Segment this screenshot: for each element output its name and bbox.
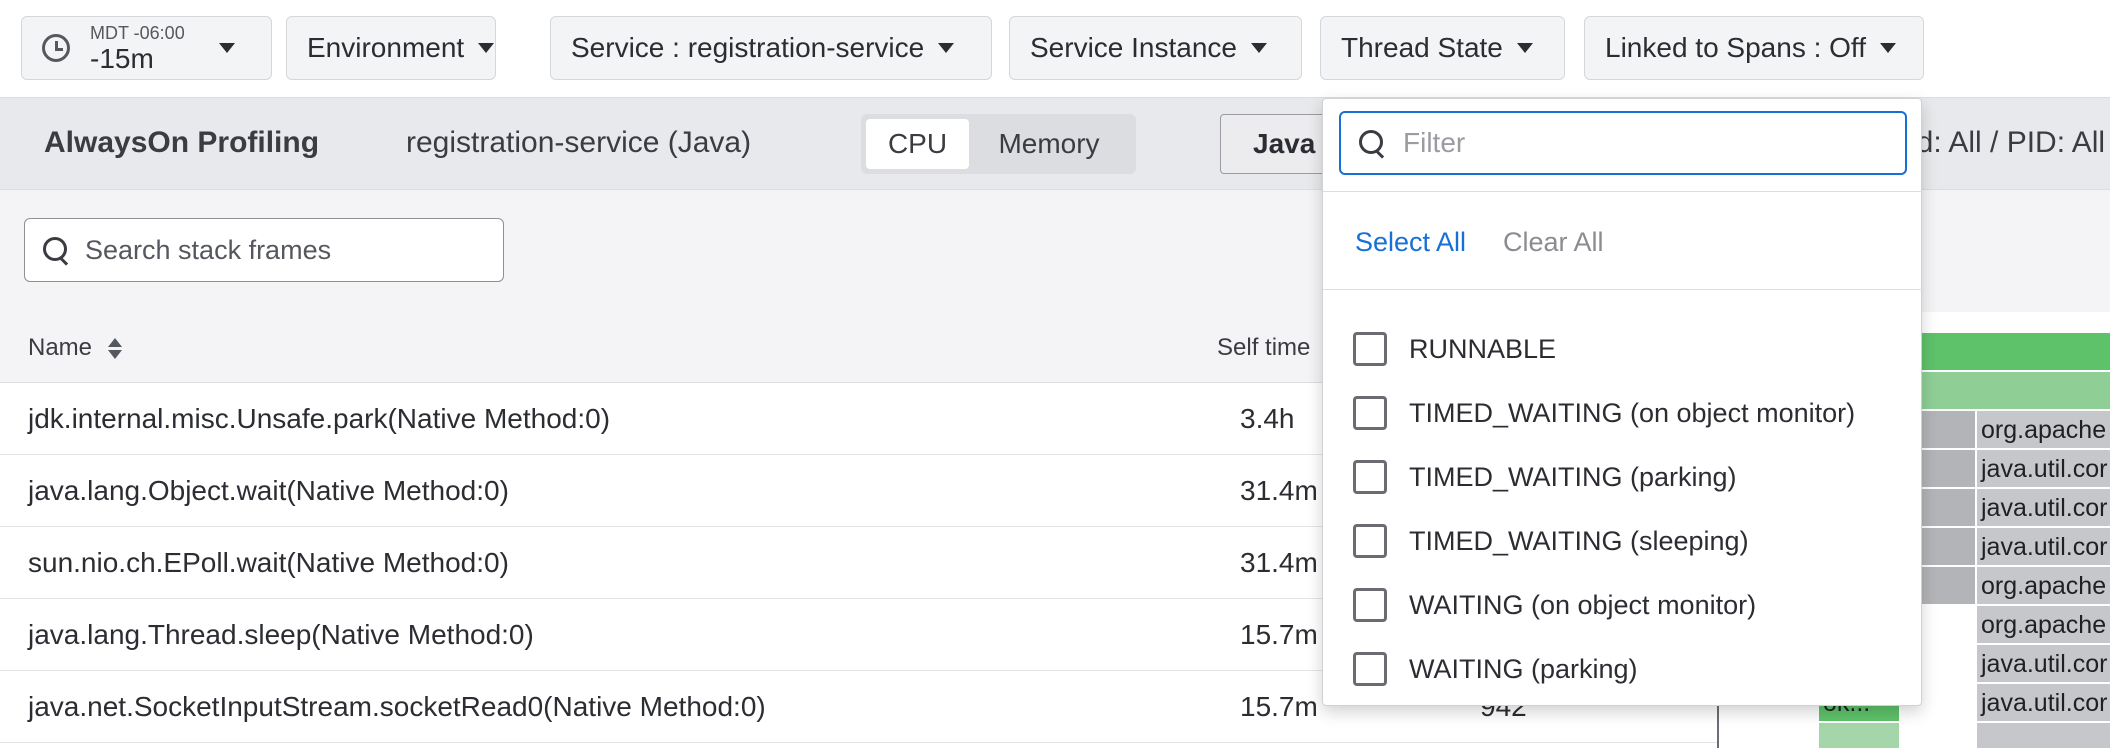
flame-block[interactable]: java.util.cor: [1977, 489, 2110, 526]
clear-all-link[interactable]: Clear All: [1503, 227, 1604, 258]
thread-state-option-waiting-parking[interactable]: WAITING (parking): [1353, 637, 1855, 701]
linked-to-spans-filter[interactable]: Linked to Spans : Off: [1584, 16, 1924, 80]
thread-state-filter-field[interactable]: [1339, 111, 1907, 175]
self-time: 31.4m: [1240, 475, 1318, 506]
divider: [1323, 191, 1923, 192]
linked-to-spans-filter-label: Linked to Spans : Off: [1605, 32, 1866, 63]
flame-block[interactable]: java.util.cor: [1977, 450, 2110, 487]
option-label: TIMED_WAITING (sleeping): [1409, 525, 1749, 556]
thread-state-options: RUNNABLE TIMED_WAITING (on object monito…: [1353, 317, 1855, 701]
service-filter-label: Service : registration-service: [571, 32, 925, 63]
frame-name: java.net.SocketInputStream.socketRead0(N…: [28, 691, 766, 722]
environment-filter[interactable]: Environment: [286, 16, 496, 80]
checkbox[interactable]: [1353, 332, 1387, 366]
filter-bar: MDT -06:00 -15m Environment Service : re…: [0, 0, 2110, 98]
tab-memory[interactable]: Memory: [969, 119, 1129, 169]
search-stack-frames-input[interactable]: Search stack frames: [24, 218, 504, 282]
frame-name: java.lang.Object.wait(Native Method:0): [28, 475, 509, 506]
flame-block[interactable]: [1819, 723, 1899, 748]
option-label: TIMED_WAITING (on object monitor): [1409, 397, 1856, 428]
flame-block[interactable]: org.apache: [1977, 606, 2110, 643]
clock-icon: [42, 34, 70, 62]
thread-state-option-waiting-monitor[interactable]: WAITING (on object monitor): [1353, 573, 1855, 637]
search-placeholder: Search stack frames: [85, 234, 332, 265]
service-filter[interactable]: Service : registration-service: [550, 16, 992, 80]
page-title: AlwaysOn Profiling: [44, 126, 320, 159]
thread-state-option-timed-waiting-sleeping[interactable]: TIMED_WAITING (sleeping): [1353, 509, 1855, 573]
chevron-down-icon: [1516, 43, 1533, 53]
thread-state-filter-label: Thread State: [1341, 32, 1503, 63]
flame-block[interactable]: [1977, 723, 2110, 748]
service-name-label: registration-service (Java): [406, 126, 752, 159]
self-time: 15.7m: [1240, 619, 1318, 650]
time-range-value: -15m: [90, 42, 154, 74]
thread-state-dropdown: Select All Clear All RUNNABLE TIMED_WAIT…: [1322, 98, 1923, 706]
time-range-text: MDT -06:00 -15m: [90, 24, 185, 73]
option-label: TIMED_WAITING (parking): [1409, 461, 1737, 492]
self-time: 31.4m: [1240, 547, 1318, 578]
checkbox[interactable]: [1353, 396, 1387, 430]
flame-block[interactable]: org.apache: [1977, 567, 2110, 604]
chevron-down-icon: [218, 43, 235, 53]
checkbox[interactable]: [1353, 524, 1387, 558]
frame-name: java.lang.Thread.sleep(Native Method:0): [28, 619, 534, 650]
option-label: WAITING (parking): [1409, 653, 1638, 684]
checkbox[interactable]: [1353, 588, 1387, 622]
chevron-down-icon: [938, 43, 955, 53]
checkbox[interactable]: [1353, 652, 1387, 686]
thread-state-option-timed-waiting-monitor[interactable]: TIMED_WAITING (on object monitor): [1353, 381, 1855, 445]
chevron-down-icon: [478, 43, 495, 53]
flame-block[interactable]: java.util.cor: [1977, 528, 2110, 565]
time-zone-label: MDT -06:00: [90, 22, 185, 43]
column-header-self-time[interactable]: Self time: [1217, 334, 1310, 362]
search-icon: [43, 237, 69, 263]
checkbox[interactable]: [1353, 460, 1387, 494]
flame-block[interactable]: java.util.cor: [1977, 645, 2110, 682]
self-time: 3.4h: [1240, 403, 1295, 434]
flame-block[interactable]: org.apache: [1977, 411, 2110, 448]
chevron-down-icon: [1251, 43, 1267, 53]
column-header-name[interactable]: Name: [28, 334, 123, 362]
profile-type-toggle: CPU Memory: [861, 114, 1136, 174]
option-label: WAITING (on object monitor): [1409, 589, 1757, 620]
service-instance-filter[interactable]: Service Instance: [1009, 16, 1302, 80]
thread-state-filter[interactable]: Thread State: [1320, 16, 1565, 80]
time-range-picker[interactable]: MDT -06:00 -15m: [21, 16, 272, 80]
sort-icon[interactable]: [108, 337, 123, 359]
thread-state-filter-input[interactable]: [1403, 127, 1883, 159]
chevron-down-icon: [1879, 43, 1896, 53]
search-icon: [1359, 130, 1385, 156]
divider: [1323, 289, 1923, 290]
frame-name: jdk.internal.misc.Unsafe.park(Native Met…: [28, 403, 611, 434]
thread-state-option-runnable[interactable]: RUNNABLE: [1353, 317, 1855, 381]
self-time: 15.7m: [1240, 691, 1318, 722]
tab-cpu[interactable]: CPU: [866, 119, 969, 169]
flame-block[interactable]: java.util.cor: [1977, 684, 2110, 721]
environment-filter-label: Environment: [307, 32, 465, 63]
option-label: RUNNABLE: [1409, 333, 1557, 364]
column-header-name-label: Name: [28, 334, 93, 361]
thread-state-option-timed-waiting-parking[interactable]: TIMED_WAITING (parking): [1353, 445, 1855, 509]
world-pid-info: rld: All / PID: All: [1900, 126, 2106, 159]
select-all-link[interactable]: Select All: [1355, 227, 1466, 258]
service-instance-filter-label: Service Instance: [1030, 32, 1237, 63]
frame-name: sun.nio.ch.EPoll.wait(Native Method:0): [28, 547, 509, 578]
